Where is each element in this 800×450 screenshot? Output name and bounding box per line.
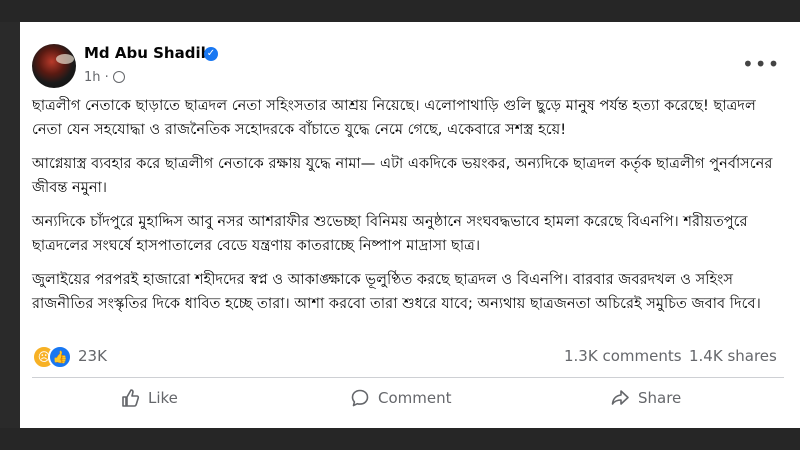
bottom-frame-bar [0, 428, 800, 450]
share-icon [611, 390, 629, 405]
like-reaction-icon: 👍 [48, 345, 72, 369]
comment-label: Comment [378, 389, 452, 407]
post-card: Md Abu Shadik ✓ 1h · ••• ছাত্রলীগ নেতাকে… [20, 22, 800, 428]
post-meta: 1h · [84, 70, 125, 85]
more-options-icon[interactable]: ••• [742, 52, 780, 76]
share-label: Share [638, 389, 682, 407]
like-label: Like [148, 389, 178, 407]
comment-icon [351, 389, 369, 407]
verified-badge-icon: ✓ [204, 47, 218, 61]
post-paragraph: অন্যদিকে চাঁদপুরে মুহাদ্দিস আবু নসর আশরা… [32, 213, 748, 254]
post-time[interactable]: 1h · [84, 70, 109, 85]
share-button[interactable]: Share [610, 386, 681, 410]
author-avatar[interactable] [32, 44, 76, 88]
shares-count[interactable]: 1.4K shares [689, 347, 777, 365]
post-paragraph: জুলাইয়ের পরপরই হাজারো শহীদদের স্বপ্ন ও … [32, 271, 761, 312]
post-text: ছাত্রলীগ নেতাকে ছাড়াতে ছাত্রদল নেতা সহি… [32, 94, 784, 326]
author-name[interactable]: Md Abu Shadik [84, 44, 211, 62]
like-button[interactable]: Like [120, 386, 178, 410]
top-frame-bar [0, 0, 800, 22]
reaction-count: 23K [78, 347, 107, 365]
post-paragraph: আগ্নেয়াস্ত্র ব্যবহার করে ছাত্রলীগ নেতাক… [32, 155, 773, 196]
divider [32, 377, 784, 378]
globe-icon [112, 71, 125, 83]
post-paragraph: ছাত্রলীগ নেতাকে ছাড়াতে ছাত্রদল নেতা সহি… [32, 97, 756, 138]
like-icon [122, 389, 140, 407]
comment-button[interactable]: Comment [350, 386, 452, 410]
comments-count[interactable]: 1.3K comments [564, 347, 682, 365]
